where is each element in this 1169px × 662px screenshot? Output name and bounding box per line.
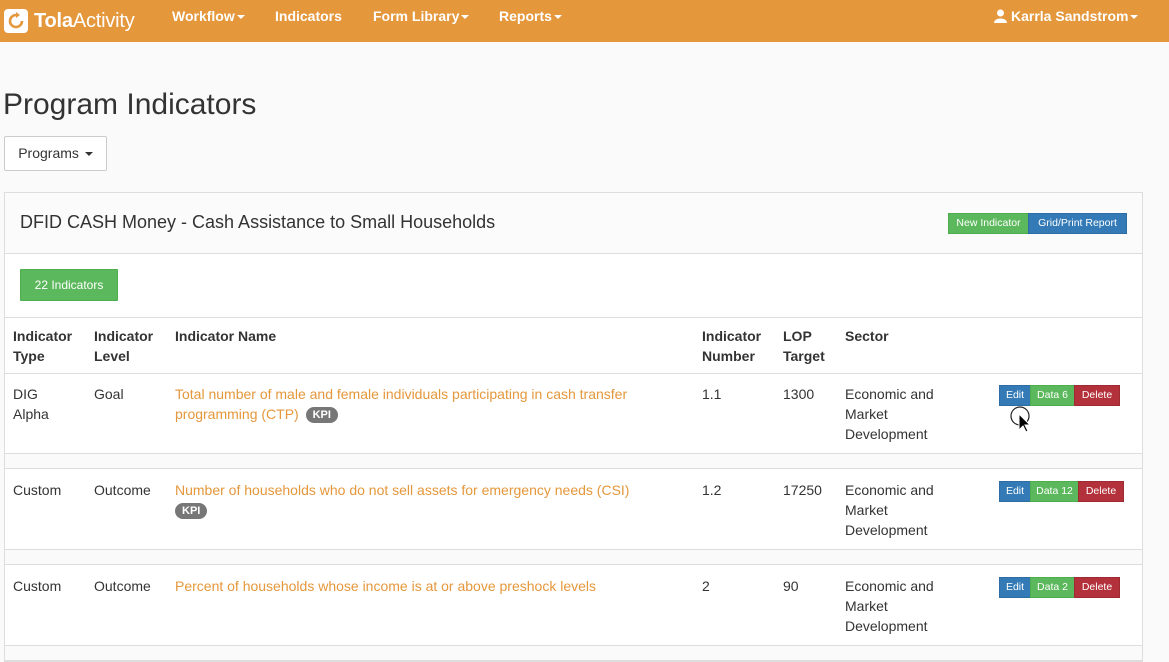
delete-button[interactable]: Delete bbox=[1078, 481, 1124, 502]
sector: Economic and Market Development bbox=[845, 482, 934, 538]
indicator-count-button[interactable]: 22 Indicators bbox=[20, 269, 118, 301]
nav-indicators[interactable]: Indicators bbox=[275, 0, 342, 42]
indicator-name: Number of households who do not sell ass… bbox=[175, 480, 695, 520]
caret-down-icon bbox=[236, 15, 245, 20]
indicator-type: Custom bbox=[13, 482, 62, 498]
kpi-badge: KPI bbox=[305, 407, 338, 423]
indicator-type: Custom bbox=[13, 578, 62, 594]
lop-target: 90 bbox=[783, 578, 799, 594]
indicator-name-link[interactable]: Number of households who do not sell ass… bbox=[175, 482, 629, 498]
indicator-level: Outcome bbox=[94, 482, 151, 498]
edit-button[interactable]: Edit bbox=[999, 385, 1031, 406]
page-title: Program Indicators bbox=[3, 88, 257, 121]
nav-reports-dropdown[interactable]: Reports bbox=[499, 0, 562, 42]
brand-logo-link[interactable]: TolaActivity bbox=[4, 6, 135, 36]
panel-heading: DFID CASH Money - Cash Assistance to Sma… bbox=[5, 193, 1142, 254]
indicator-level: Goal bbox=[94, 386, 124, 402]
indicator-type: DIG Alpha bbox=[13, 386, 49, 422]
indicator-number: 1.2 bbox=[702, 482, 722, 498]
header-indicator-number: Indicator Number bbox=[702, 328, 762, 364]
caret-down-icon bbox=[553, 15, 562, 20]
lop-target: 1300 bbox=[783, 386, 815, 402]
indicator-name: Total number of male and female individu… bbox=[175, 384, 695, 424]
refresh-logo-icon bbox=[4, 9, 28, 33]
brand-name: TolaActivity bbox=[34, 9, 135, 32]
lop-target: 17250 bbox=[783, 482, 822, 498]
row-separator bbox=[5, 549, 1142, 565]
header-lop-target: LOP Target bbox=[783, 328, 825, 364]
divider bbox=[5, 373, 1142, 374]
header-indicator-type: Indicator Type bbox=[13, 328, 73, 364]
sector: Economic and Market Development bbox=[845, 578, 934, 634]
nav-workflow-dropdown[interactable]: Workflow bbox=[172, 0, 245, 42]
data-button[interactable]: Data 12 bbox=[1030, 481, 1079, 502]
kpi-badge: KPI bbox=[175, 503, 208, 519]
program-title: DFID CASH Money - Cash Assistance to Sma… bbox=[20, 212, 496, 232]
user-icon bbox=[994, 2, 1007, 35]
data-button[interactable]: Data 2 bbox=[1030, 577, 1075, 598]
row-separator bbox=[5, 453, 1142, 469]
edit-button[interactable]: Edit bbox=[999, 481, 1031, 502]
delete-button[interactable]: Delete bbox=[1074, 385, 1120, 406]
data-button[interactable]: Data 6 bbox=[1030, 385, 1075, 406]
new-indicator-button[interactable]: New Indicator bbox=[948, 213, 1029, 234]
row-separator bbox=[5, 645, 1142, 661]
header-indicator-level: Indicator Level bbox=[94, 328, 154, 364]
caret-down-icon bbox=[1130, 15, 1139, 20]
nav-form-library-dropdown[interactable]: Form Library bbox=[373, 0, 470, 42]
program-panel: DFID CASH Money - Cash Assistance to Sma… bbox=[4, 192, 1143, 662]
divider bbox=[5, 317, 1142, 318]
indicator-number: 2 bbox=[702, 578, 710, 594]
programs-dropdown-button[interactable]: Programs bbox=[4, 136, 107, 171]
user-menu-dropdown[interactable]: Karrla Sandstrom bbox=[994, 0, 1139, 42]
indicator-level: Outcome bbox=[94, 578, 151, 594]
indicator-number: 1.1 bbox=[702, 386, 722, 402]
caret-down-icon bbox=[84, 152, 93, 157]
mouse-cursor-icon bbox=[1010, 406, 1032, 437]
header-indicator-name: Indicator Name bbox=[175, 328, 277, 344]
indicator-name: Percent of households whose income is at… bbox=[175, 576, 695, 596]
header-sector: Sector bbox=[845, 328, 889, 344]
edit-button[interactable]: Edit bbox=[999, 577, 1031, 598]
caret-down-icon bbox=[461, 15, 470, 20]
indicator-name-link[interactable]: Percent of households whose income is at… bbox=[175, 578, 596, 594]
delete-button[interactable]: Delete bbox=[1074, 577, 1120, 598]
sector: Economic and Market Development bbox=[845, 386, 934, 442]
grid-print-report-button[interactable]: Grid/Print Report bbox=[1028, 213, 1127, 234]
indicator-name-link[interactable]: Total number of male and female individu… bbox=[175, 386, 627, 422]
top-navbar: TolaActivity Workflow Indicators Form Li… bbox=[0, 0, 1169, 42]
